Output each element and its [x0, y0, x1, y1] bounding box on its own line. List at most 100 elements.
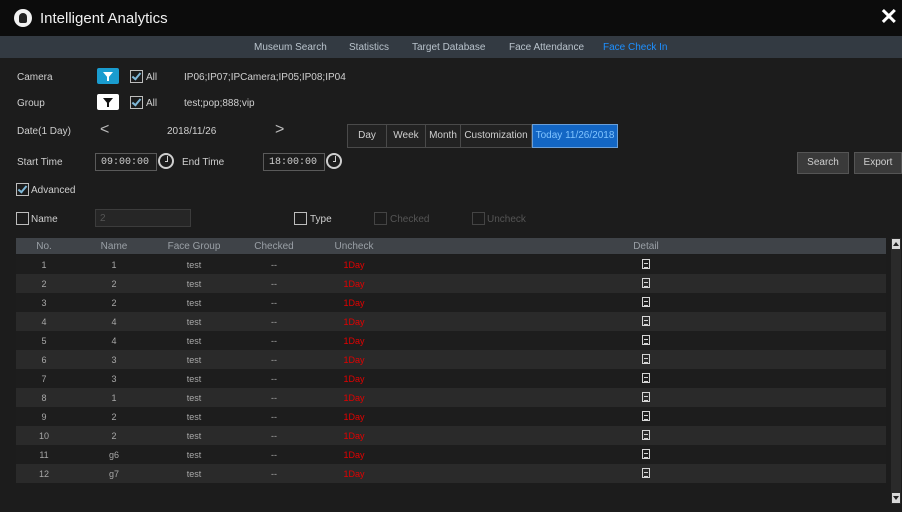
table-row[interactable]: 4 4 test -- 1Day: [16, 312, 886, 331]
cell-name: 2: [111, 431, 117, 441]
cell-checked: --: [271, 374, 277, 384]
cell-face-group: test: [186, 374, 202, 384]
scroll-up-icon[interactable]: [892, 239, 900, 249]
date-label: Date(1 Day): [17, 126, 71, 137]
detail-document-icon[interactable]: [642, 468, 650, 478]
detail-document-icon[interactable]: [642, 316, 650, 326]
range-month-button[interactable]: Month: [425, 124, 461, 148]
type-checkbox[interactable]: [294, 212, 307, 225]
export-button[interactable]: Export: [854, 152, 902, 174]
column-header-no[interactable]: No.: [16, 241, 72, 252]
close-button[interactable]: ✕: [880, 6, 898, 28]
end-time-clock-icon[interactable]: [326, 153, 342, 169]
range-day-button[interactable]: Day: [347, 124, 387, 148]
cell-face-group: test: [186, 450, 202, 460]
cell-no: 7: [41, 374, 47, 384]
table-scrollbar[interactable]: [891, 238, 901, 504]
start-time-input[interactable]: 09:00:00: [95, 153, 157, 171]
cell-name: 3: [111, 355, 117, 365]
detail-document-icon[interactable]: [642, 278, 650, 288]
camera-selection-value: IP06;IP07;IPCamera;IP05;IP08;IP04: [184, 72, 346, 83]
checked-status-label: Checked: [390, 214, 430, 225]
name-input[interactable]: 2: [95, 209, 191, 227]
column-header-name[interactable]: Name: [86, 241, 142, 252]
advanced-checkbox[interactable]: [16, 183, 29, 196]
group-all-label: All: [146, 98, 158, 109]
tab-statistics[interactable]: Statistics: [349, 42, 389, 53]
cell-name: 4: [111, 317, 117, 327]
checked-status-checkbox[interactable]: [374, 212, 387, 225]
name-checkbox[interactable]: [16, 212, 29, 225]
cell-face-group: test: [186, 412, 202, 422]
cell-face-group: test: [186, 317, 202, 327]
column-header-face-group[interactable]: Face Group: [156, 241, 232, 252]
cell-face-group: test: [186, 336, 202, 346]
advanced-label: Advanced: [31, 185, 76, 196]
cell-name: 2: [111, 298, 117, 308]
cell-uncheck: 1Day: [343, 260, 365, 270]
column-header-checked[interactable]: Checked: [242, 241, 306, 252]
detail-document-icon[interactable]: [642, 354, 650, 364]
range-today-button[interactable]: Today 11/26/2018: [532, 124, 618, 148]
cell-no: 6: [41, 355, 47, 365]
tab-face-check-in[interactable]: Face Check In: [603, 42, 667, 53]
table-row[interactable]: 3 2 test -- 1Day: [16, 293, 886, 312]
detail-document-icon[interactable]: [642, 335, 650, 345]
table-row[interactable]: 1 1 test -- 1Day: [16, 255, 886, 274]
name-filter-label: Name: [31, 214, 58, 225]
scroll-thumb[interactable]: [893, 252, 899, 488]
detail-document-icon[interactable]: [642, 430, 650, 440]
date-prev-button[interactable]: <: [100, 121, 109, 139]
cell-checked: --: [271, 298, 277, 308]
cell-no: 9: [41, 412, 47, 422]
scroll-down-icon[interactable]: [892, 493, 900, 503]
table-row[interactable]: 7 3 test -- 1Day: [16, 369, 886, 388]
cell-no: 11: [39, 450, 49, 460]
group-all-checkbox[interactable]: [130, 96, 143, 109]
search-button[interactable]: Search: [797, 152, 849, 174]
cell-no: 2: [41, 279, 47, 289]
tab-target-database[interactable]: Target Database: [412, 42, 485, 53]
column-header-uncheck[interactable]: Uncheck: [322, 241, 386, 252]
cell-face-group: test: [186, 279, 202, 289]
table-row[interactable]: 8 1 test -- 1Day: [16, 388, 886, 407]
cell-name: 2: [111, 412, 117, 422]
column-header-detail[interactable]: Detail: [616, 241, 676, 252]
start-time-clock-icon[interactable]: [158, 153, 174, 169]
camera-all-label: All: [146, 72, 158, 83]
detail-document-icon[interactable]: [642, 259, 650, 269]
camera-filter-button[interactable]: [97, 68, 119, 84]
cell-no: 3: [41, 298, 47, 308]
table-row[interactable]: 6 3 test -- 1Day: [16, 350, 886, 369]
app-title: Intelligent Analytics: [40, 10, 168, 27]
range-customization-button[interactable]: Customization: [460, 124, 532, 148]
date-next-button[interactable]: >: [275, 121, 284, 139]
type-filter-label: Type: [310, 214, 332, 225]
tab-face-attendance[interactable]: Face Attendance: [509, 42, 584, 53]
table-row[interactable]: 5 4 test -- 1Day: [16, 331, 886, 350]
camera-all-checkbox[interactable]: [130, 70, 143, 83]
cell-uncheck: 1Day: [343, 355, 365, 365]
cell-name: 4: [111, 336, 117, 346]
table-row[interactable]: 10 2 test -- 1Day: [16, 426, 886, 445]
detail-document-icon[interactable]: [642, 373, 650, 383]
cell-name: g6: [108, 450, 119, 460]
detail-document-icon[interactable]: [642, 449, 650, 459]
table-row[interactable]: 9 2 test -- 1Day: [16, 407, 886, 426]
range-week-button[interactable]: Week: [386, 124, 426, 148]
detail-document-icon[interactable]: [642, 411, 650, 421]
cell-face-group: test: [186, 431, 202, 441]
app-logo-icon: [14, 9, 32, 27]
detail-document-icon[interactable]: [642, 297, 650, 307]
table-row[interactable]: 11 g6 test -- 1Day: [16, 445, 886, 464]
group-filter-button[interactable]: [97, 94, 119, 110]
cell-uncheck: 1Day: [343, 279, 365, 289]
cell-no: 10: [38, 431, 49, 441]
table-row[interactable]: 12 g7 test -- 1Day: [16, 464, 886, 483]
cell-uncheck: 1Day: [343, 450, 365, 460]
end-time-input[interactable]: 18:00:00: [263, 153, 325, 171]
table-row[interactable]: 2 2 test -- 1Day: [16, 274, 886, 293]
uncheck-status-checkbox[interactable]: [472, 212, 485, 225]
detail-document-icon[interactable]: [642, 392, 650, 402]
tab-museum-search[interactable]: Museum Search: [254, 42, 327, 53]
